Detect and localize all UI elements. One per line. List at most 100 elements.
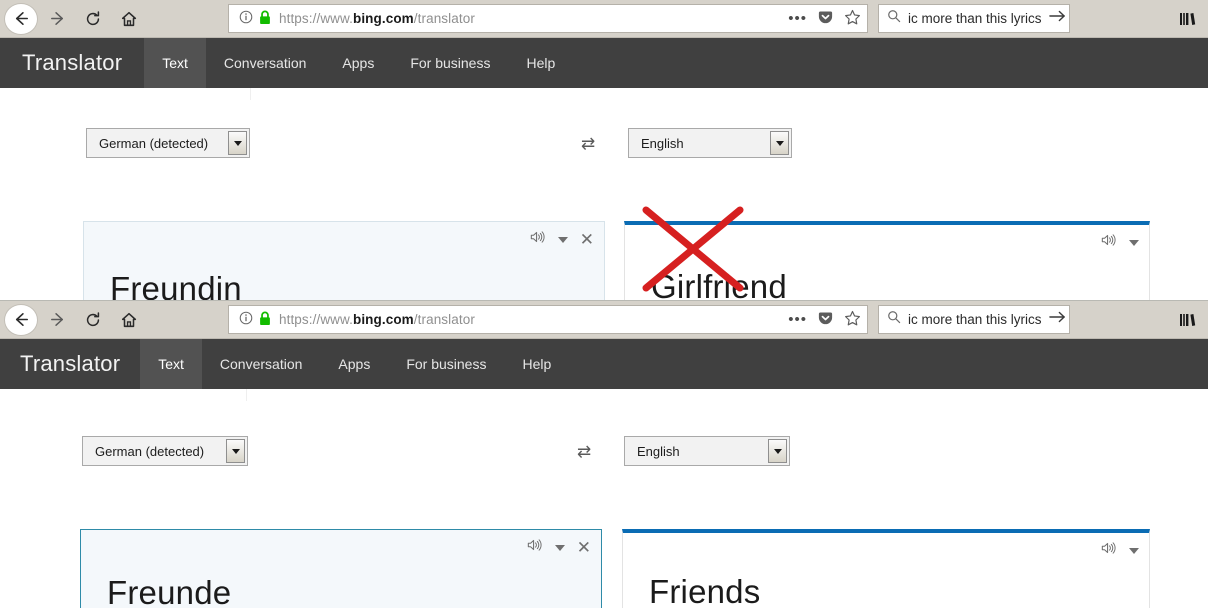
search-bar[interactable]: ic more than this lyrics xyxy=(878,305,1070,334)
reload-icon xyxy=(84,311,102,329)
site-identity[interactable] xyxy=(235,311,279,329)
source-language-select[interactable]: German (detected) xyxy=(86,128,250,158)
chevron-down-icon[interactable] xyxy=(1129,239,1139,246)
library-icon[interactable] xyxy=(1178,9,1198,34)
chevron-down-icon[interactable] xyxy=(768,439,787,463)
source-language-value: German (detected) xyxy=(99,135,209,151)
home-button[interactable] xyxy=(112,3,146,35)
target-text: Friends xyxy=(649,573,761,608)
source-text-panel[interactable]: ✕ Freunde xyxy=(80,529,602,608)
search-input[interactable]: ic more than this lyrics xyxy=(908,11,1042,26)
chevron-down-icon[interactable] xyxy=(770,131,789,155)
chevron-down-icon[interactable] xyxy=(557,236,568,243)
browser-window-top: https://www.bing.com/translator ••• ic m… xyxy=(0,0,1208,302)
chevron-down-icon[interactable] xyxy=(554,544,565,551)
target-text-panel: Girlfriend xyxy=(624,221,1150,302)
chevron-down-icon[interactable] xyxy=(226,439,245,463)
library-icon[interactable] xyxy=(1178,310,1198,335)
swap-languages-button[interactable]: ⇄ xyxy=(581,135,595,152)
tab-text[interactable]: Text xyxy=(140,339,202,389)
forward-button[interactable] xyxy=(40,304,74,336)
pocket-icon[interactable] xyxy=(817,9,834,29)
star-icon[interactable] xyxy=(844,9,861,29)
target-language-select[interactable]: English xyxy=(628,128,792,158)
target-language-value: English xyxy=(641,135,684,151)
speaker-icon[interactable] xyxy=(1101,541,1117,560)
url-text: https://www.bing.com/translator xyxy=(279,11,475,26)
translator-body: German (detected) ⇄ English ✕ Freu xyxy=(0,389,1208,608)
language-row: German (detected) ⇄ English xyxy=(0,128,1208,158)
padlock-icon[interactable] xyxy=(259,10,271,28)
ellipsis-icon[interactable]: ••• xyxy=(788,11,807,26)
star-icon[interactable] xyxy=(844,310,861,330)
search-bar[interactable]: ic more than this lyrics xyxy=(878,4,1070,33)
target-panel-tools xyxy=(1101,233,1139,252)
chevron-down-icon[interactable] xyxy=(1129,547,1139,554)
ellipsis-icon[interactable]: ••• xyxy=(788,312,807,327)
source-text-panel[interactable]: ✕ Freundin xyxy=(83,221,605,302)
tab-help[interactable]: Help xyxy=(508,38,573,88)
url-bar[interactable]: https://www.bing.com/translator ••• xyxy=(228,4,868,33)
magnifier-icon xyxy=(887,310,901,329)
arrow-right-icon[interactable] xyxy=(1048,310,1066,329)
speaker-icon[interactable] xyxy=(1101,233,1117,252)
source-language-value: German (detected) xyxy=(95,443,205,459)
nav-button-group xyxy=(0,2,146,35)
brand-logo[interactable]: Translator xyxy=(0,38,144,88)
source-panel-tools: ✕ xyxy=(527,538,591,557)
urlbar-actions: ••• xyxy=(780,310,861,330)
home-icon xyxy=(120,10,138,28)
source-language-select[interactable]: German (detected) xyxy=(82,436,248,466)
tab-conversation[interactable]: Conversation xyxy=(206,38,325,88)
language-row: German (detected) ⇄ English xyxy=(0,436,1208,466)
brand-logo[interactable]: Translator xyxy=(0,339,140,389)
tab-for-business[interactable]: For business xyxy=(392,38,508,88)
arrow-right-icon xyxy=(48,9,67,28)
swap-languages-button[interactable]: ⇄ xyxy=(577,443,591,460)
chevron-down-icon[interactable] xyxy=(228,131,247,155)
home-button[interactable] xyxy=(112,304,146,336)
tab-conversation[interactable]: Conversation xyxy=(202,339,321,389)
magnifier-icon xyxy=(887,9,901,28)
speaker-icon[interactable] xyxy=(530,230,546,249)
reload-button[interactable] xyxy=(76,3,110,35)
tab-help[interactable]: Help xyxy=(504,339,569,389)
arrow-left-icon xyxy=(12,310,31,329)
browser-toolbar: https://www.bing.com/translator ••• ic m… xyxy=(0,0,1208,38)
target-text: Girlfriend xyxy=(651,268,787,302)
padlock-icon[interactable] xyxy=(259,311,271,329)
tab-for-business[interactable]: For business xyxy=(388,339,504,389)
browser-window-bottom: https://www.bing.com/translator ••• ic m… xyxy=(0,300,1208,608)
target-language-select[interactable]: English xyxy=(624,436,790,466)
close-icon[interactable]: ✕ xyxy=(577,539,591,556)
pocket-icon[interactable] xyxy=(817,310,834,330)
speaker-icon[interactable] xyxy=(527,538,543,557)
tab-text[interactable]: Text xyxy=(144,38,206,88)
tab-apps[interactable]: Apps xyxy=(320,339,388,389)
tab-apps[interactable]: Apps xyxy=(324,38,392,88)
translator-nav: Translator Text Conversation Apps For bu… xyxy=(0,339,1208,389)
info-icon[interactable] xyxy=(239,311,253,328)
source-panel-tools: ✕ xyxy=(530,230,594,249)
source-text: Freunde xyxy=(107,574,232,608)
arrow-right-icon xyxy=(48,310,67,329)
back-button[interactable] xyxy=(4,2,38,35)
url-bar[interactable]: https://www.bing.com/translator ••• xyxy=(228,305,868,334)
search-input[interactable]: ic more than this lyrics xyxy=(908,312,1042,327)
url-text: https://www.bing.com/translator xyxy=(279,312,475,327)
info-icon[interactable] xyxy=(239,10,253,27)
home-icon xyxy=(120,311,138,329)
browser-toolbar: https://www.bing.com/translator ••• ic m… xyxy=(0,301,1208,339)
translator-body: German (detected) ⇄ English ✕ Freu xyxy=(0,88,1208,302)
reload-button[interactable] xyxy=(76,304,110,336)
back-button[interactable] xyxy=(4,303,38,336)
source-text: Freundin xyxy=(110,270,242,302)
forward-button[interactable] xyxy=(40,3,74,35)
site-identity[interactable] xyxy=(235,10,279,28)
reload-icon xyxy=(84,10,102,28)
close-icon[interactable]: ✕ xyxy=(580,231,594,248)
render-artifact xyxy=(250,88,251,100)
arrow-right-icon[interactable] xyxy=(1048,9,1066,28)
nav-button-group xyxy=(0,303,146,336)
render-artifact xyxy=(246,389,247,401)
